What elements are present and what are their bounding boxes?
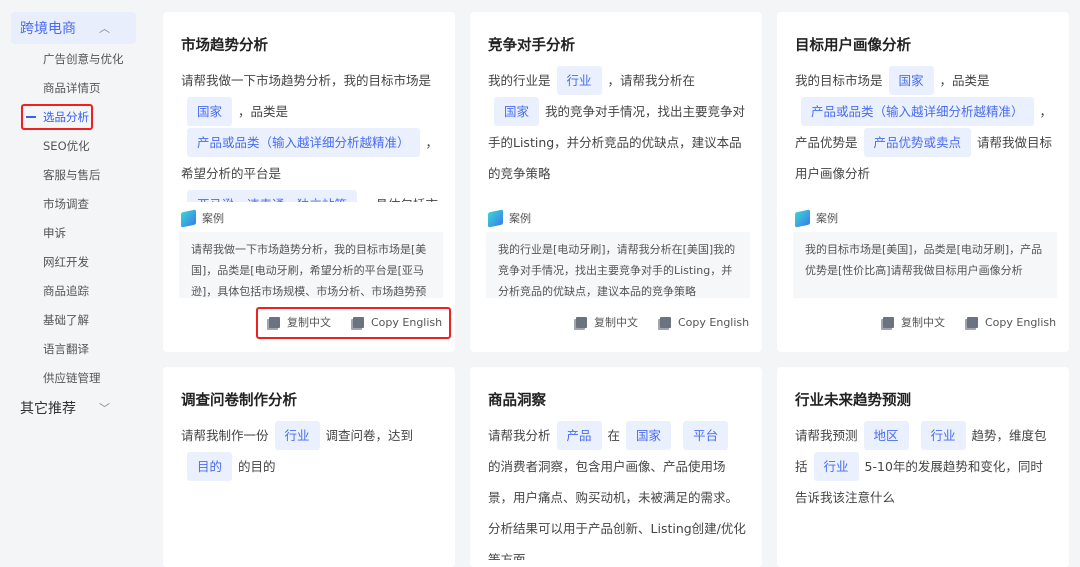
chevron-up-icon: ︿ [99, 22, 110, 35]
prompt-text: 请帮我制作一份 行业 调查问卷，达到目的 的目的 [181, 420, 439, 560]
prompt-variable-tag[interactable]: 行业 [920, 421, 966, 450]
prompt-text-segment: 我的行业是 [488, 73, 551, 88]
copy-chinese-label: 复制中文 [594, 316, 638, 329]
prompt-variable-tag[interactable]: 产品优势或卖点 [863, 128, 972, 157]
copy-english-label: Copy English [678, 315, 750, 329]
sidebar-item[interactable]: SEO优化 [43, 138, 90, 154]
prompt-variable-tag[interactable]: 行业 [813, 452, 859, 481]
prompt-card: 调查问卷制作分析 请帮我制作一份 行业 调查问卷，达到目的 的目的 [163, 367, 455, 567]
prompt-variable-tag[interactable]: 地区 [863, 421, 909, 450]
prompt-variable-tag[interactable]: 国家 [626, 421, 672, 450]
case-label: 案例 [509, 212, 531, 225]
prompt-text-segment: 请帮我做一下市场趋势分析，我的目标市场是 [181, 73, 432, 88]
prompt-text: 我的目标市场是 国家 ，品类是产品或品类（输入越详细分析越精准） ，产品优势是 产品优势… [795, 65, 1053, 202]
prompt-text-segment: 的目的 [238, 459, 276, 474]
prompt-text-segment: 请帮我预测 [795, 428, 858, 443]
prompt-variable-tag[interactable]: 亚马逊、速卖通、独立站等 [187, 190, 358, 202]
prompt-variable-tag[interactable]: 国家 [187, 97, 233, 126]
card-title: 行业未来趋势预测 [795, 393, 911, 409]
prompt-text-segment: 在 [607, 428, 621, 443]
case-icon [795, 208, 810, 228]
card-actions: 复制中文 Copy English [576, 314, 749, 330]
sidebar: 跨境电商 ︿ 广告创意与优化 商品详情页 选品分析 SEO优化 客服与售后 市场调查 申诉 网红… [0, 0, 150, 554]
prompt-card: 竞争对手分析 我的行业是 行业 ，请帮我分析在国家 我的竞争对手情况，找出主要竞争对手的… [470, 12, 762, 352]
prompt-variable-tag[interactable]: 产品或品类（输入越详细分析越精准） [187, 128, 420, 157]
card-title: 目标用户画像分析 [795, 38, 911, 54]
prompt-text: 请帮我预测 地区 行业 趋势，维度包括 行业 5-10年的发展趋势和变化，同时告诉我该注意… [795, 420, 1053, 560]
group-label: 其它推荐 [20, 401, 76, 417]
case-header: 案例 [488, 208, 531, 228]
sidebar-item[interactable]: 基础了解 [43, 312, 89, 328]
prompt-text: 请帮我分析 产品在国家 平台的消费者洞察，包含用户画像、产品使用场景，用户痛点、购买… [488, 420, 746, 560]
prompt-text-segment: 请帮我制作一份 [181, 428, 269, 443]
prompt-text: 请帮我做一下市场趋势分析，我的目标市场是国家 ，品类是产品或品类（输入越详细分析越… [181, 65, 439, 202]
prompt-variable-tag[interactable]: 产品或品类（输入越详细分析越精准） [801, 97, 1034, 126]
copy-chinese-button[interactable]: 复制中文 [883, 314, 945, 330]
active-indicator [26, 116, 36, 118]
example-textarea[interactable]: 我的目标市场是[美国]，品类是[电动牙刷]，产品优势是[性价比高]请帮我做目标用… [793, 232, 1057, 298]
sidebar-group-other[interactable]: 其它推荐 ﹀ [11, 392, 136, 424]
prompt-text: 我的行业是 行业 ，请帮我分析在国家 我的竞争对手情况，找出主要竞争对手的Listin… [488, 65, 746, 202]
sidebar-item[interactable]: 广告创意与优化 [43, 51, 124, 67]
prompt-card: 目标用户画像分析 我的目标市场是 国家 ，品类是产品或品类（输入越详细分析越精准） ，产… [777, 12, 1069, 352]
sidebar-item[interactable]: 商品追踪 [43, 283, 89, 299]
card-actions: 复制中文 Copy English [883, 314, 1056, 330]
copy-chinese-button[interactable]: 复制中文 [576, 314, 638, 330]
prompt-card: 商品洞察请帮我分析 产品在国家 平台的消费者洞察，包含用户画像、产品使用场景，用户痛… [470, 367, 762, 567]
copy-icon [967, 316, 978, 328]
copy-english-button[interactable]: Copy English [660, 316, 749, 329]
prompt-variable-tag[interactable]: 目的 [187, 452, 233, 481]
sidebar-group-cross-border[interactable]: 跨境电商 ︿ [11, 12, 136, 44]
prompt-variable-tag[interactable]: 产品 [556, 421, 602, 450]
prompt-variable-tag[interactable]: 平台 [683, 421, 729, 450]
prompt-card: 行业未来趋势预测请帮我预测 地区 行业 趋势，维度包括 行业 5-10年的发展趋势和变化，… [777, 367, 1069, 567]
copy-english-button[interactable]: Copy English [967, 316, 1056, 329]
card-title: 商品洞察 [488, 393, 546, 409]
sidebar-item[interactable]: 客服与售后 [43, 167, 101, 183]
sidebar-item[interactable]: 市场调查 [43, 196, 89, 212]
prompt-text-segment: ，品类是 [939, 73, 990, 88]
card-title: 调查问卷制作分析 [181, 393, 297, 409]
case-label: 案例 [202, 212, 224, 225]
sidebar-item[interactable]: 网红开发 [43, 254, 89, 270]
sidebar-item[interactable]: 商品详情页 [43, 80, 101, 96]
group-label: 跨境电商 [20, 21, 76, 37]
prompt-text-segment: 的消费者洞察，包含用户画像、产品使用场景，用户痛点、购买动机，未被满足的需求。分… [488, 459, 746, 560]
copy-icon [883, 316, 894, 328]
chevron-down-icon: ﹀ [99, 402, 110, 415]
prompt-text-segment: ，请帮我分析在 [607, 73, 696, 88]
highlight-box [256, 307, 451, 339]
copy-icon [660, 316, 671, 328]
prompt-variable-tag[interactable]: 行业 [556, 66, 602, 95]
case-icon [488, 208, 503, 228]
case-header: 案例 [795, 208, 838, 228]
prompt-text-segment: 请帮我分析 [488, 428, 551, 443]
card-title: 市场趋势分析 [181, 38, 268, 54]
case-label: 案例 [816, 212, 838, 225]
sidebar-item[interactable]: 语言翻译 [43, 341, 89, 357]
prompt-variable-tag[interactable]: 国家 [888, 66, 934, 95]
case-header: 案例 [181, 208, 224, 228]
sidebar-item[interactable]: 申诉 [43, 225, 66, 241]
sidebar-item[interactable]: 供应链管理 [43, 370, 101, 386]
example-textarea[interactable]: 请帮我做一下市场趋势分析，我的目标市场是[美国]，品类是[电动牙刷，希望分析的平… [179, 232, 443, 298]
prompt-variable-tag[interactable]: 国家 [494, 97, 540, 126]
prompt-text-segment: ，具体包括市 [363, 197, 438, 202]
prompt-text-segment: ，品类是 [238, 104, 289, 119]
copy-chinese-label: 复制中文 [901, 316, 945, 329]
prompt-variable-tag[interactable]: 行业 [274, 421, 320, 450]
example-textarea[interactable]: 我的行业是[电动牙刷]，请帮我分析在[美国]我的竞争对手情况，找出主要竞争对手的… [486, 232, 750, 298]
prompt-card: 市场趋势分析请帮我做一下市场趋势分析，我的目标市场是国家 ，品类是产品或品类（输入… [163, 12, 455, 352]
copy-english-label: Copy English [985, 315, 1057, 329]
case-icon [181, 208, 196, 228]
copy-icon [576, 316, 587, 328]
prompt-text-segment: 我的目标市场是 [795, 73, 883, 88]
card-title: 竞争对手分析 [488, 38, 575, 54]
prompt-text-segment: 调查问卷，达到 [325, 428, 414, 443]
